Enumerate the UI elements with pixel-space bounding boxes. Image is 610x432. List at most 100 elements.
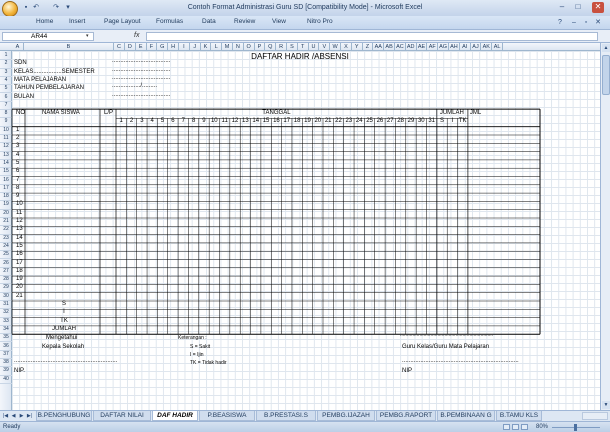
row-number: 15 [16, 242, 23, 249]
normal-view-icon[interactable] [503, 424, 510, 430]
sheet-tab[interactable]: DAFTAR NILAI [93, 411, 151, 421]
day-number: 26 [376, 118, 384, 125]
text-nip-right: NIP [402, 368, 413, 375]
title-bar: ▪ ↶ ↷ ▾ Contoh Format Administrasi Guru … [0, 0, 610, 17]
prev-sheet-icon[interactable]: ◀ [10, 412, 17, 420]
day-number: 28 [397, 118, 404, 125]
tab-insert[interactable]: Insert [69, 18, 85, 25]
last-sheet-icon[interactable]: ▶| [26, 412, 33, 420]
row-number: 5 [16, 159, 20, 166]
page-layout-view-icon[interactable] [512, 424, 519, 430]
fill-line: ................................... [112, 58, 171, 65]
header-no: NO [16, 110, 25, 117]
day-number: 25 [366, 118, 373, 125]
row-number: 14 [16, 234, 23, 241]
scroll-up-icon[interactable]: ▲ [602, 44, 610, 52]
header-jumlah: JUMLAH [439, 110, 464, 117]
row-number: 12 [16, 218, 23, 224]
scroll-thumb[interactable] [602, 55, 610, 95]
day-number: 27 [386, 118, 394, 125]
sheet-tab[interactable]: PEMBG.RAPORT [376, 411, 436, 421]
row-number: 11 [16, 209, 23, 216]
sheet-tab[interactable]: B.PENGHUBUNG [36, 411, 92, 421]
vertical-scrollbar[interactable]: ▲ ▼ [600, 43, 610, 410]
day-number: 3 [140, 118, 144, 125]
day-number: 24 [355, 118, 363, 125]
text-kepala-sekolah: Kepala Sekolah [42, 343, 85, 350]
label-kelas: KELAS.................SEMESTER [14, 68, 95, 75]
label-bulan: BULAN [14, 93, 35, 100]
row-number: 6 [16, 168, 20, 175]
day-number: 7 [181, 118, 185, 125]
sheet-tab[interactable]: PEMBG.IJAZAH [317, 411, 375, 421]
status-text: Ready [3, 424, 21, 430]
sheet-tab[interactable]: B.PEMBINAAN G [437, 411, 495, 421]
day-number: 2 [129, 118, 134, 125]
horizontal-scrollbar[interactable] [582, 412, 608, 420]
day-number: 29 [407, 118, 415, 125]
sheet-tab[interactable]: B.TAMU KLS [496, 411, 542, 421]
tab-formulas[interactable]: Formulas [156, 18, 183, 25]
sheet-tab[interactable]: DAF HADIR [152, 411, 198, 421]
next-sheet-icon[interactable]: ▶ [18, 412, 25, 420]
row-number: 17 [16, 259, 23, 266]
status-bar: Ready 80% [0, 421, 610, 432]
insert-function-icon[interactable]: fx [134, 32, 139, 39]
tab-home[interactable]: Home [36, 18, 53, 25]
day-number: 15 [262, 118, 270, 125]
day-number: 17 [283, 118, 291, 125]
row-number: 13 [16, 226, 23, 233]
first-sheet-icon[interactable]: |◀ [2, 412, 9, 420]
row-number: 3 [16, 143, 20, 150]
workbook-close-button[interactable]: ✕ [594, 19, 602, 27]
fill-line: ................................... [112, 66, 171, 73]
maximize-button[interactable]: □ [572, 2, 584, 13]
tab-data[interactable]: Data [202, 18, 216, 25]
row-number: 4 [16, 151, 20, 158]
fill-line: ........................................… [400, 332, 494, 339]
scroll-down-icon[interactable]: ▼ [602, 401, 610, 409]
zoom-slider-thumb[interactable] [574, 424, 577, 431]
day-number: 13 [242, 118, 249, 125]
row-number: 8 [16, 184, 20, 191]
tab-nitro-pro[interactable]: Nitro Pro [307, 18, 333, 25]
day-number: 21 [324, 118, 332, 125]
tab-page-layout[interactable]: Page Layout [104, 18, 141, 25]
worksheet[interactable]: A B C D E F G H I J K L M N O P Q R S T U V W X Y Z AA AB AC AD AE AF AG… [0, 43, 600, 410]
day-number: 10 [210, 118, 218, 125]
workbook-restore-button[interactable]: ▫ [582, 19, 590, 27]
row-number: 19 [16, 276, 23, 283]
help-icon[interactable]: ? [556, 19, 564, 27]
day-number: 22 [335, 118, 342, 125]
tab-view[interactable]: View [272, 18, 286, 25]
sheet-tab[interactable]: B.PRESTASI.S [256, 411, 316, 421]
name-box[interactable]: AR44 [2, 32, 94, 41]
fill-line: ................./......... [112, 83, 158, 90]
text-ket-tk: TK = Tidak hadir [190, 360, 227, 367]
day-number: 6 [171, 118, 175, 125]
signature-line: ........................................… [402, 358, 519, 365]
day-number: 19 [304, 118, 311, 125]
row-number: 18 [16, 267, 23, 274]
day-number: 20 [314, 118, 322, 125]
row-number: 7 [16, 176, 20, 183]
page-break-view-icon[interactable] [521, 424, 528, 430]
row-number: 10 [16, 201, 23, 208]
signature-line: ........................................… [14, 358, 118, 365]
formula-input[interactable] [146, 32, 598, 41]
workbook-minimize-button[interactable]: – [570, 19, 578, 27]
close-button[interactable]: ✕ [592, 2, 604, 13]
row-number: 2 [16, 135, 20, 141]
day-number: 9 [202, 118, 206, 125]
sheet-tabs-bar: |◀ ◀ ▶ ▶| B.PENGHUBUNG DAFTAR NILAI DAF HA… [0, 410, 610, 421]
tab-review[interactable]: Review [234, 18, 255, 25]
day-number: 4 [150, 118, 154, 125]
summary-jumlah: JUMLAH [51, 325, 77, 332]
summary-header: TK [458, 118, 467, 125]
header-nama: NAMA SISWA [42, 110, 80, 117]
zoom-level[interactable]: 80% [536, 424, 548, 430]
day-number: 8 [191, 118, 196, 125]
name-box-dropdown-icon[interactable]: ▾ [86, 33, 89, 39]
sheet-tab[interactable]: P.BEASISWA [199, 411, 255, 421]
minimize-button[interactable]: – [556, 2, 568, 13]
